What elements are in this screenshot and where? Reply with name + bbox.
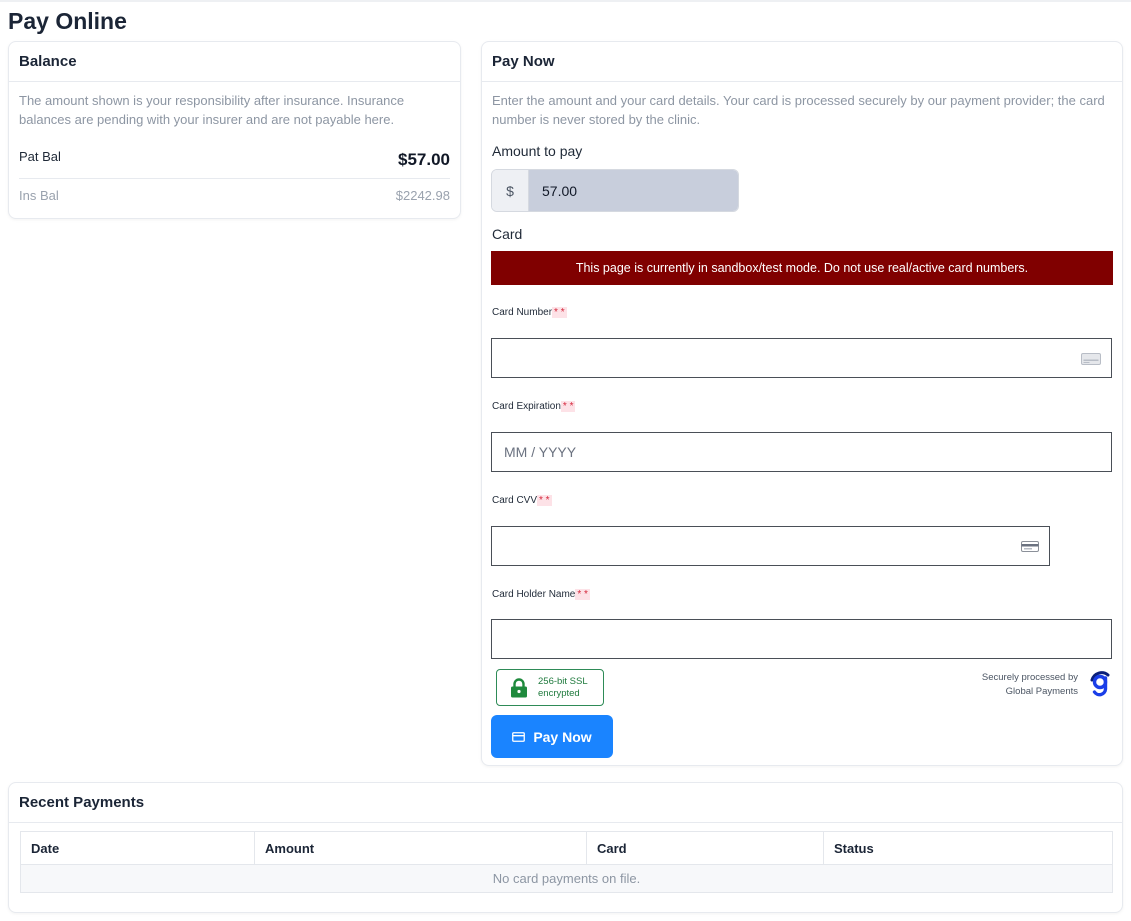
card-number-label: Card Number * * [492,307,567,318]
top-border [0,0,1131,2]
required-marker: * * [537,495,552,506]
card-holder-input[interactable] [492,620,1111,658]
ssl-badge: 256-bit SSL encrypted [496,669,604,706]
required-marker: * * [575,589,590,600]
balance-divider [19,178,450,179]
pay-now-card-header: Pay Now [482,42,1122,82]
column-header-status: Status [823,831,1113,865]
card-number-input[interactable] [492,339,1111,377]
pay-now-button-label: Pay Now [533,728,592,745]
insurance-balance-label: Ins Bal [19,188,59,203]
credit-card-icon [1081,353,1101,365]
card-expiration-label-text: Card Expiration [492,401,561,412]
card-expiration-field [491,432,1112,472]
required-marker: * * [552,307,567,318]
global-payments-logo [1090,671,1110,697]
patient-balance-label: Pat Bal [19,149,61,164]
card-back-icon [1021,541,1039,552]
table-row: No card payments on file. [20,864,1113,893]
ssl-line-2: encrypted [538,687,580,699]
recent-payments-card: Recent Payments Date Amount Card Status … [8,782,1123,913]
processor-text: Securely processed by Global Payments [982,671,1078,699]
card-number-label-text: Card Number [492,307,553,318]
card-holder-label-text: Card Holder Name [492,589,576,600]
lock-icon [511,677,527,697]
pay-description: Enter the amount and your card details. … [492,93,1105,127]
recent-payments-table: Date Amount Card Status No card payments… [20,831,1113,893]
card-holder-field [491,619,1112,659]
pay-now-button[interactable]: Pay Now [491,715,613,758]
card-cvv-input[interactable] [492,527,1049,565]
card-cvv-label-text: Card CVV [492,495,538,506]
sandbox-mode-banner: This page is currently in sandbox/test m… [491,251,1113,285]
card-expiration-input[interactable] [492,433,1111,471]
processor-line-1: Securely processed by [981,672,1078,683]
amount-label: Amount to pay [492,143,583,159]
table-header-row: Date Amount Card Status [20,831,1113,865]
patient-balance-value: $57.00 [398,150,450,169]
card-expiration-label: Card Expiration * * [492,401,576,412]
page-title: Pay Online [8,8,127,34]
card-cvv-field [491,526,1050,566]
card-holder-label: Card Holder Name * * [492,589,590,600]
card-cvv-label: Card CVV * * [492,495,552,506]
card-number-field [491,338,1112,378]
balance-card: Balance The amount shown is your respons… [8,41,461,219]
processor-line-2: Global Payments [1005,686,1078,697]
card-section-label: Card [492,226,523,242]
balance-description: The amount shown is your responsibility … [19,93,405,127]
currency-prefix: $ [492,170,529,211]
column-header-amount: Amount [254,831,587,865]
amount-input-group: $ [491,169,739,212]
empty-table-message: No card payments on file. [20,864,1113,893]
credit-card-icon [512,731,526,742]
insurance-balance-value: $2242.98 [395,188,450,203]
recent-payments-header: Recent Payments [9,783,1122,823]
required-marker: * * [560,401,576,412]
amount-input[interactable] [529,170,738,211]
column-header-card: Card [586,831,824,865]
column-header-date: Date [20,831,255,865]
ssl-line-1: 256-bit SSL [538,675,588,687]
ssl-badge-text: 256-bit SSL encrypted [538,676,588,700]
pay-now-card: Pay Now Enter the amount and your card d… [481,41,1123,766]
balance-card-header: Balance [9,42,460,82]
